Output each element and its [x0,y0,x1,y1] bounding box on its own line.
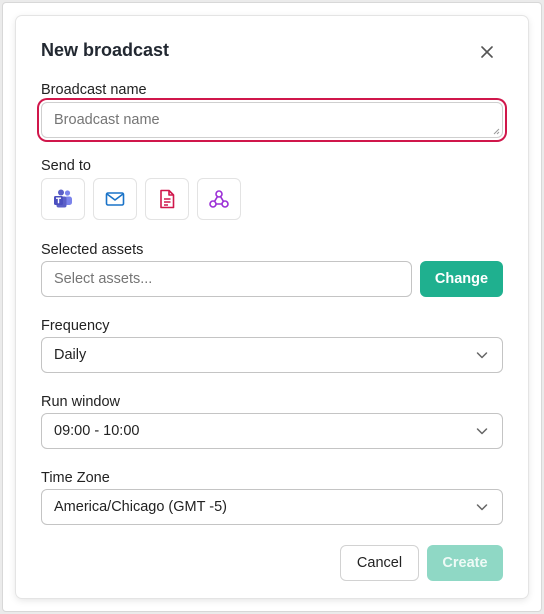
cancel-button[interactable]: Cancel [340,545,419,581]
create-button[interactable]: Create [427,545,503,581]
resize-grip-icon [493,128,500,135]
frequency-select[interactable]: Daily [41,337,503,373]
selected-assets-label: Selected assets [41,242,144,258]
teams-icon [54,189,72,208]
selected-assets-input[interactable] [41,261,412,297]
change-assets-button[interactable]: Change [420,261,503,297]
frequency-label: Frequency [41,318,110,334]
broadcast-name-input[interactable] [41,102,503,138]
run-window-value: 09:00 - 10:00 [54,423,140,439]
time-zone-value: America/Chicago (GMT -5) [54,499,227,515]
webhook-icon [209,190,229,208]
send-to-teams-button[interactable] [41,178,85,220]
new-broadcast-dialog: New broadcast Broadcast name Send to [16,16,528,598]
time-zone-label: Time Zone [41,470,110,486]
run-window-select[interactable]: 09:00 - 10:00 [41,413,503,449]
send-to-email-button[interactable] [93,178,137,220]
dialog-title: New broadcast [41,40,170,60]
chevron-down-icon [476,428,488,435]
send-to-label: Send to [41,158,91,174]
close-icon [481,46,493,58]
chevron-down-icon [476,352,488,359]
broadcast-name-label: Broadcast name [41,82,147,98]
send-to-webhook-button[interactable] [197,178,241,220]
frequency-value: Daily [54,347,87,363]
send-to-channels [41,178,241,220]
chevron-down-icon [476,504,488,511]
page-background: New broadcast Broadcast name Send to [0,0,544,614]
send-to-document-button[interactable] [145,178,189,220]
time-zone-select[interactable]: America/Chicago (GMT -5) [41,489,503,525]
email-icon [105,192,125,206]
close-button[interactable] [476,41,498,63]
document-icon [160,189,175,209]
run-window-label: Run window [41,394,120,410]
